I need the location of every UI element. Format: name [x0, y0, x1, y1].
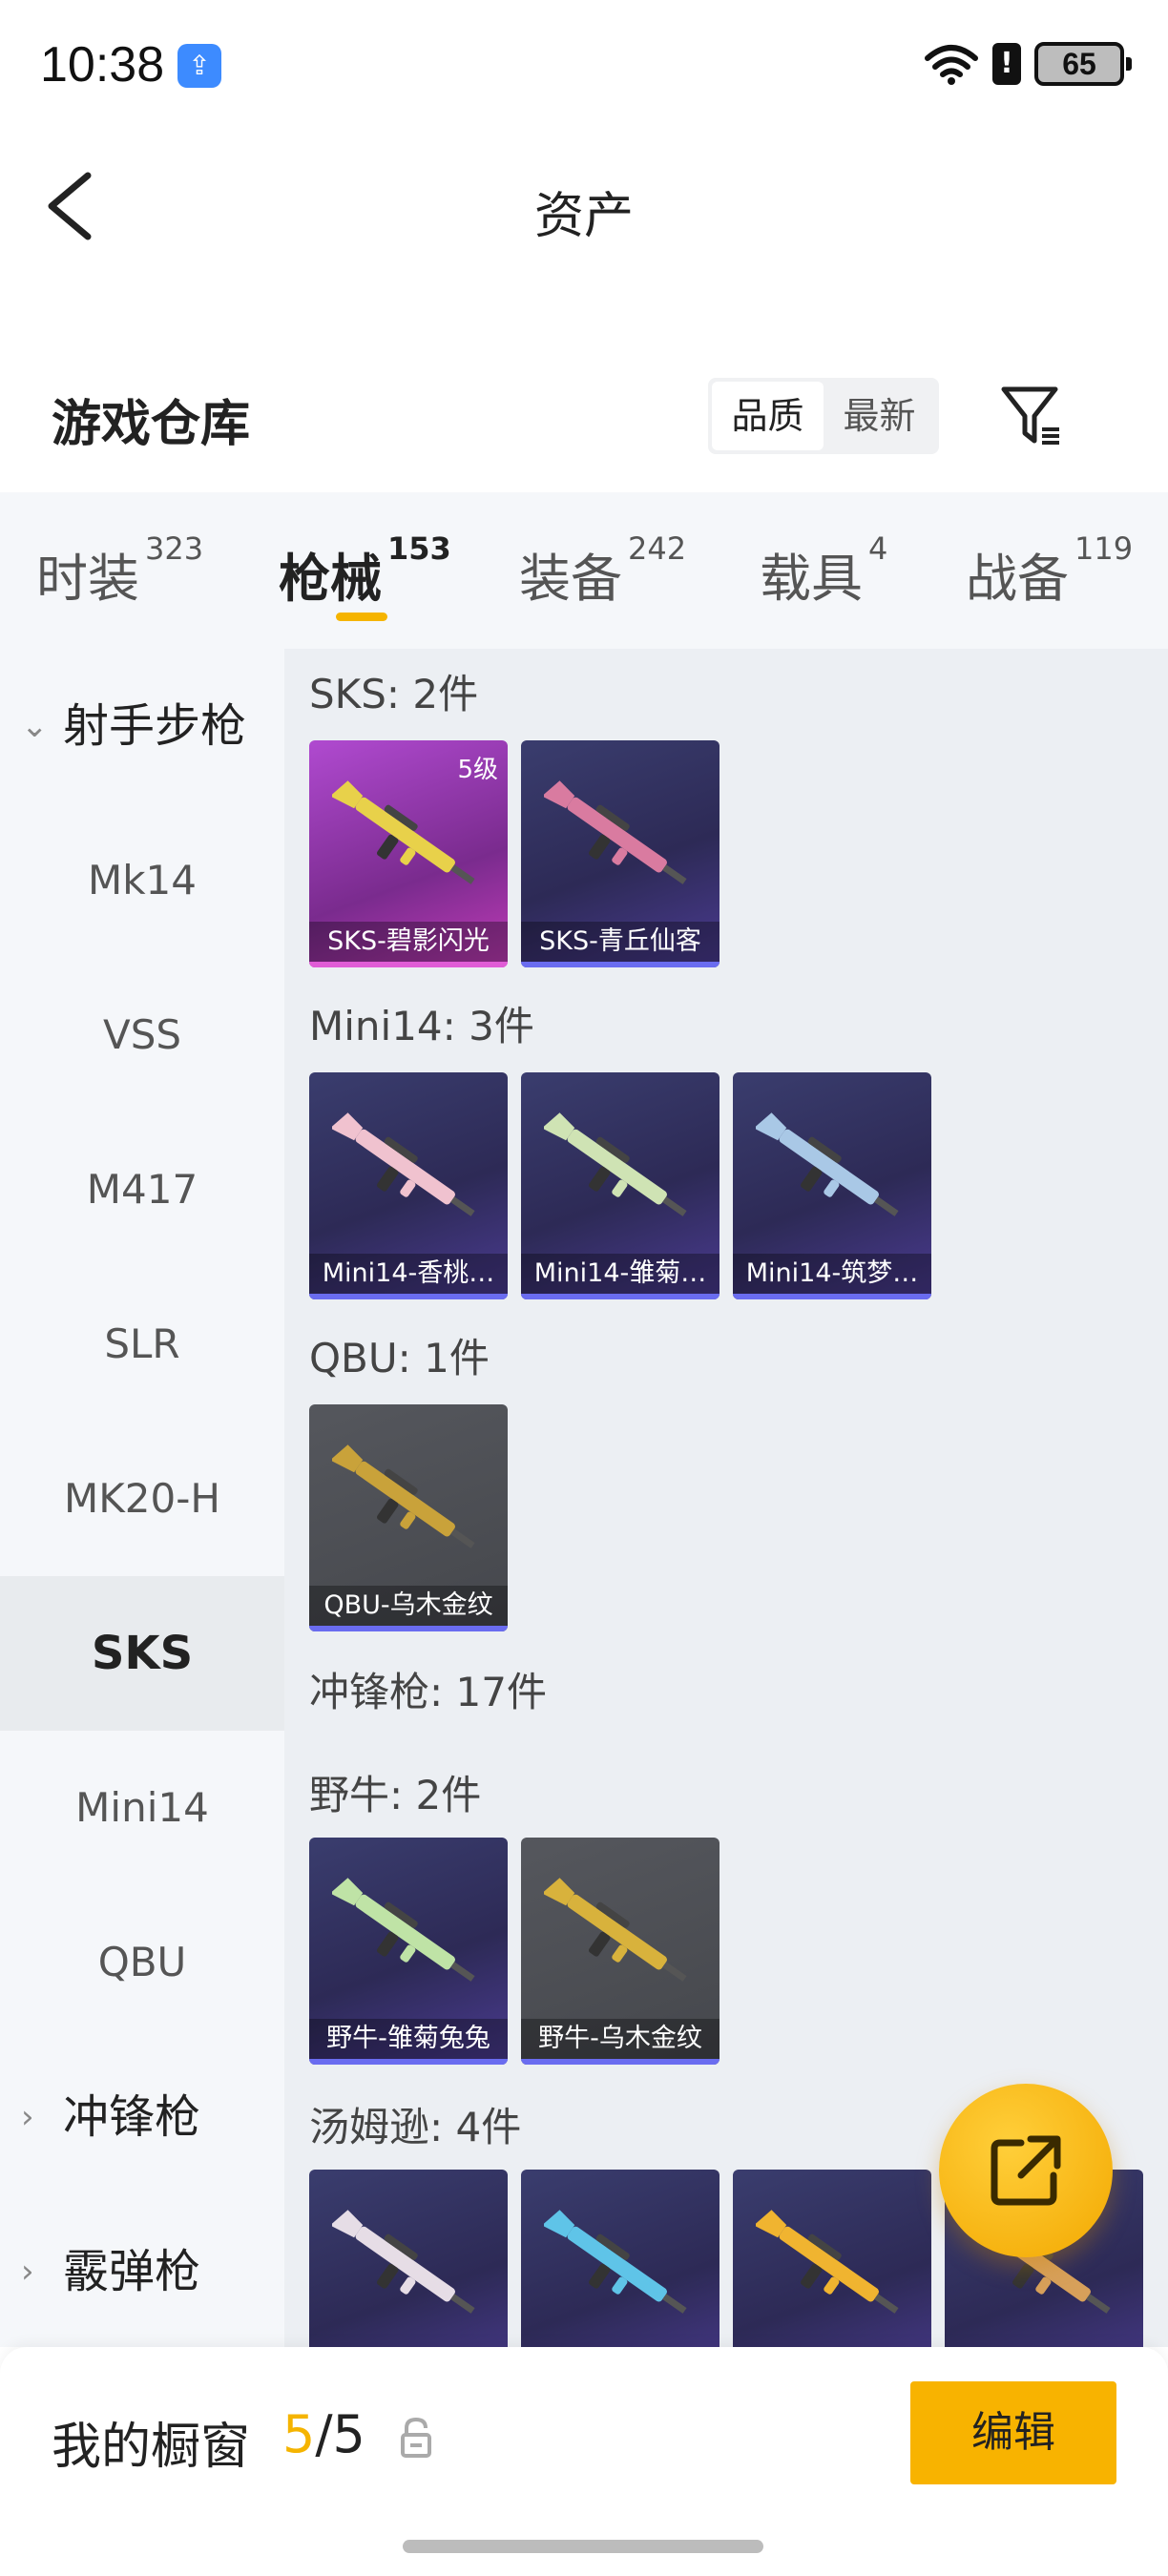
tab-combat-supplies[interactable]: 战备 119 [966, 530, 1133, 612]
sidebar-item-label: 冲锋枪 [63, 2090, 201, 2144]
sidebar-item[interactable]: SKS [0, 1576, 284, 1731]
chevron-right-icon: › [21, 2098, 34, 2136]
sidebar-item[interactable]: SLR [0, 1267, 284, 1422]
sidebar-item[interactable]: M417 [0, 1112, 284, 1267]
weapon-skin-image [544, 1878, 687, 1982]
sidebar-group[interactable]: › 霰弹枪 [0, 2194, 284, 2349]
weapon-skin-image [332, 1112, 475, 1216]
sidebar-item[interactable]: Mini14 [0, 1731, 284, 1885]
sidebar-item[interactable]: VSS [0, 958, 284, 1112]
chevron-down-icon: ⌄ [21, 707, 49, 745]
weapon-skin-image [544, 780, 687, 884]
wifi-icon [925, 45, 978, 85]
sidebar-item-label: QBU [97, 1939, 187, 1985]
warehouse-title: 游戏仓库 [52, 396, 251, 453]
weapon-skin-image [544, 1112, 687, 1216]
weapon-card-name: Mini14-筑梦… [733, 1254, 931, 1294]
weapon-group-label: 野牛: 2件 [309, 1772, 482, 1818]
rarity-strip [521, 2059, 720, 2065]
sort-option-quality[interactable]: 品质 [712, 382, 824, 450]
weapon-group-label: 汤姆逊: 4件 [309, 2104, 522, 2150]
weapon-sidebar: ⌄ 射手步枪 Mk14 VSS M417 SLR MK20-H SKS Mini14 QBU › 冲锋… [0, 649, 284, 2347]
chevron-right-icon: › [21, 2253, 34, 2291]
weapon-card-name: 野牛-雏菊兔兔 [309, 2019, 508, 2059]
sidebar-item-label: M417 [86, 1166, 198, 1213]
external-link-icon [991, 2135, 1061, 2206]
alert-icon: ! [992, 43, 1021, 85]
tab-equipment[interactable]: 装备 242 [519, 530, 686, 612]
tab-vehicles[interactable]: 载具 4 [760, 530, 887, 612]
status-icons: ! 65 [924, 42, 1132, 86]
weapon-card[interactable] [733, 2170, 931, 2347]
page-title: 资产 [533, 188, 634, 245]
weapon-card[interactable]: 5级 SKS-碧影闪光 [309, 740, 508, 967]
showcase-count: 5/5 [282, 2404, 365, 2464]
clock: 10:38 [40, 37, 165, 93]
weapon-skin-image [332, 2210, 475, 2314]
weapon-skin-image [332, 780, 475, 884]
weapon-skin-image [332, 1444, 475, 1548]
category-tabs: 时装 323 枪械 153 装备 242 载具 4 战备 119 [0, 492, 1168, 649]
sidebar-item[interactable]: MK20-H [0, 1422, 284, 1576]
weapon-group-label: SKS: 2件 [309, 671, 479, 717]
sidebar-item-label: Mini14 [75, 1784, 209, 1831]
weapon-skin-image [544, 2210, 687, 2314]
weapon-card[interactable]: Mini14-香桃… [309, 1072, 508, 1299]
weapon-card-name: Mini14-香桃… [309, 1254, 508, 1294]
weapon-card-name: 野牛-乌木金纹 [521, 2019, 720, 2059]
sidebar-item[interactable]: Mk14 [0, 803, 284, 958]
weapon-card-name: SKS-青丘仙客 [521, 922, 720, 962]
level-badge: 5级 [457, 756, 498, 784]
filter-icon[interactable] [998, 382, 1065, 448]
weapon-card[interactable]: QBU-乌木金纹 [309, 1404, 508, 1631]
weapon-skin-image [756, 2210, 899, 2314]
battery-indicator: 65 [1034, 42, 1132, 86]
weapon-card[interactable]: Mini14-雏菊… [521, 1072, 720, 1299]
app-header: 资产 [0, 134, 1168, 277]
showcase-title: 我的橱窗 [52, 2419, 251, 2476]
active-tab-indicator [336, 613, 387, 621]
upload-app-icon: ⇪ [177, 44, 221, 88]
weapon-card-name: Mini14-雏菊… [521, 1254, 720, 1294]
weapon-skin-image [332, 1878, 475, 1982]
sidebar-group[interactable]: › 冲锋枪 [0, 2040, 284, 2194]
rarity-strip [309, 2059, 508, 2065]
edit-button[interactable]: 编辑 [910, 2381, 1116, 2484]
weapon-group-label: QBU: 1件 [309, 1335, 490, 1381]
sidebar-item-label: Mk14 [87, 857, 197, 904]
weapon-card[interactable] [521, 2170, 720, 2347]
rarity-strip [521, 1294, 720, 1299]
rarity-strip [309, 962, 508, 967]
rarity-strip [309, 1294, 508, 1299]
tab-guns[interactable]: 枪械 153 [279, 530, 451, 612]
sidebar-item-label: VSS [102, 1011, 182, 1058]
home-indicator[interactable] [403, 2540, 763, 2553]
sort-option-latest[interactable]: 最新 [824, 382, 935, 450]
weapon-card[interactable]: Mini14-筑梦… [733, 1072, 931, 1299]
weapon-card-name: SKS-碧影闪光 [309, 922, 508, 962]
weapon-card[interactable]: 野牛-雏菊兔兔 [309, 1838, 508, 2065]
sort-toggle: 品质 最新 [708, 378, 939, 454]
share-fab[interactable] [939, 2084, 1113, 2257]
rarity-strip [733, 1294, 931, 1299]
sidebar-group[interactable]: ⌄ 射手步枪 [0, 649, 284, 803]
lock-icon [401, 2417, 431, 2458]
weapon-card[interactable]: SKS-青丘仙客 [521, 740, 720, 967]
sidebar-item-label: 霰弹枪 [63, 2245, 201, 2298]
weapon-group-label: 冲锋枪: 17件 [309, 1669, 547, 1715]
rarity-strip [521, 962, 720, 967]
sidebar-item[interactable]: QBU [0, 1885, 284, 2040]
sidebar-item-label: SKS [91, 1627, 194, 1680]
weapon-card[interactable] [309, 2170, 508, 2347]
weapon-group-label: Mini14: 3件 [309, 1003, 534, 1049]
weapon-skin-image [756, 1112, 899, 1216]
sidebar-item-label: 射手步枪 [63, 699, 247, 753]
tab-fashion[interactable]: 时装 323 [36, 530, 203, 612]
status-bar: 10:38 ⇪ ! 65 [0, 0, 1168, 134]
rarity-strip [309, 1626, 508, 1631]
sidebar-item-label: MK20-H [64, 1475, 220, 1522]
weapon-card-name: QBU-乌木金纹 [309, 1586, 508, 1626]
weapon-card[interactable]: 野牛-乌木金纹 [521, 1838, 720, 2065]
sidebar-item-label: SLR [104, 1320, 180, 1367]
